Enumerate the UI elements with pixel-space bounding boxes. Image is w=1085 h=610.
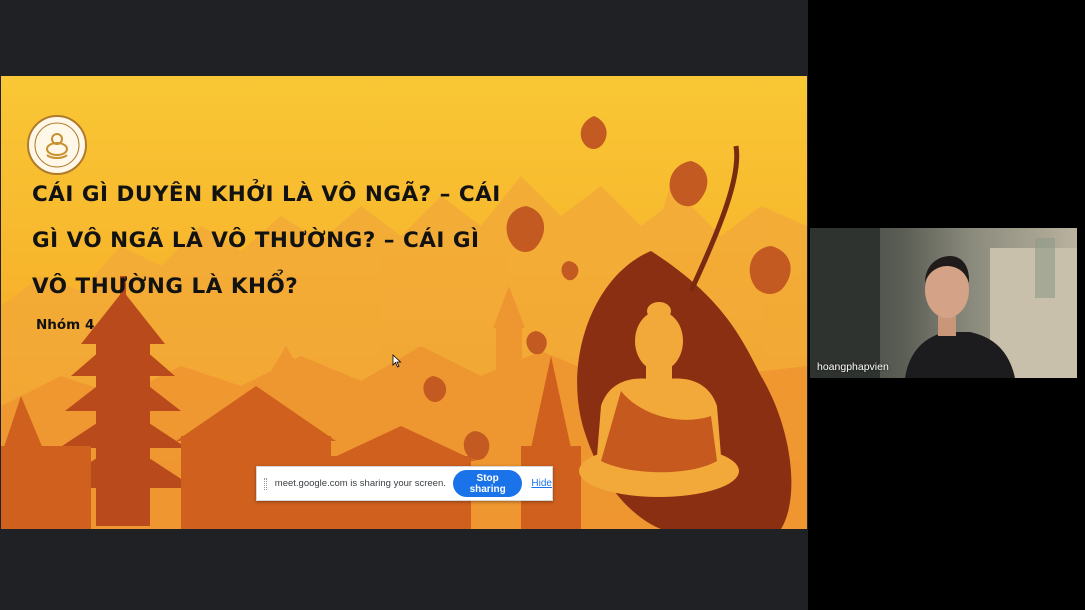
slide-title: CÁI GÌ DUYÊN KHỞI LÀ VÔ NGÃ? – CÁI GÌ VÔ… xyxy=(32,182,501,299)
share-message: meet.google.com is sharing your screen. xyxy=(274,478,446,489)
hide-link[interactable]: Hide xyxy=(531,478,552,489)
slide-subtitle: Nhóm 4 xyxy=(36,317,95,333)
mouse-cursor-icon xyxy=(392,354,402,368)
participant-name: hoangphapvien xyxy=(817,361,889,373)
stop-sharing-button[interactable]: Stop sharing xyxy=(452,470,523,497)
organization-logo xyxy=(27,115,87,175)
screen-share-notification: meet.google.com is sharing your screen. … xyxy=(256,466,553,501)
participant-video-tile[interactable]: hoangphapvien xyxy=(810,228,1077,378)
shared-slide: CÁI GÌ DUYÊN KHỞI LÀ VÔ NGÃ? – CÁI GÌ VÔ… xyxy=(1,76,807,529)
participant-video xyxy=(810,228,1077,378)
drag-handle-icon[interactable] xyxy=(264,477,267,490)
